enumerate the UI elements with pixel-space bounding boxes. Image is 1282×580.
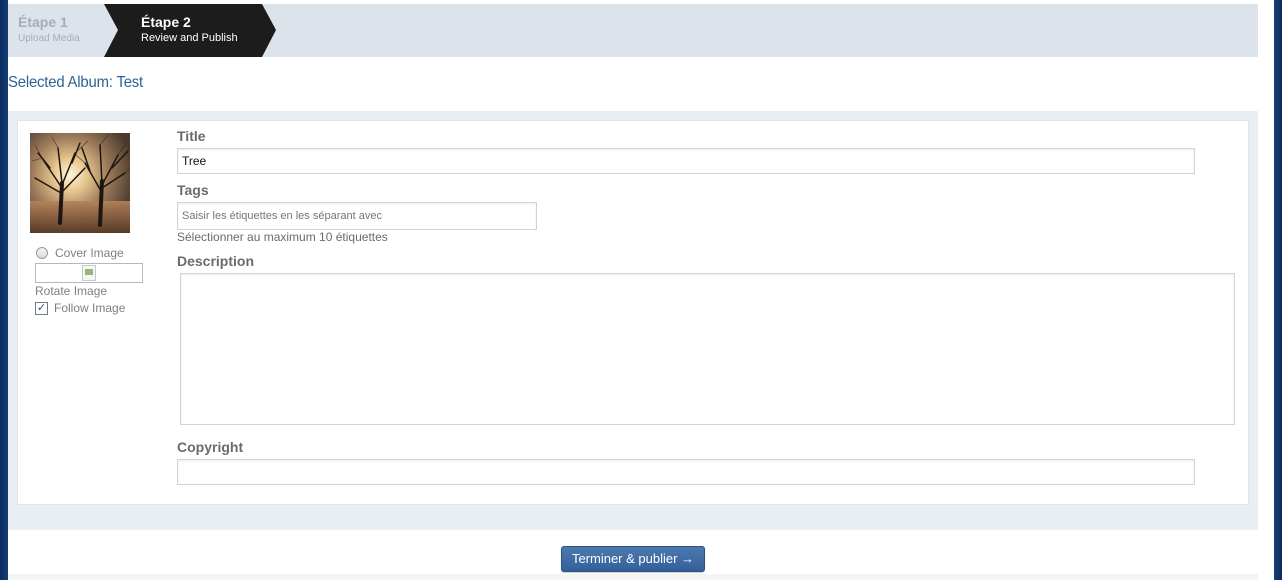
media-thumbnail[interactable] [30,133,130,233]
selected-album-label: Selected Album: [8,74,113,91]
tree-photo-image [30,133,130,233]
selected-album-name: Test [116,74,143,91]
tags-input[interactable] [177,202,537,230]
media-options: Cover Image Rotate Image ✓ Follow Image [35,245,165,316]
tags-label: Tags [177,182,209,198]
follow-image-option[interactable]: ✓ Follow Image [35,300,165,316]
wizard-stepper: Étape 1 Upload Media Étape 2 Review and … [8,4,1258,57]
description-label: Description [177,253,255,269]
broken-image-icon [82,265,96,281]
step-2-active[interactable]: Étape 2 Review and Publish [102,4,276,57]
rotate-image-button[interactable] [35,263,143,283]
copyright-label: Copyright [177,439,244,455]
step-2-subtitle: Review and Publish [141,32,238,44]
media-edit-area: Cover Image Rotate Image ✓ Follow Image … [8,111,1258,529]
finish-publish-button[interactable]: Terminer & publier → [561,546,705,572]
rotate-image-label: Rotate Image [35,284,108,298]
description-textarea[interactable] [180,273,1235,425]
tags-hint: Sélectionner au maximum 10 étiquettes [177,230,388,244]
cover-image-radio[interactable] [36,247,48,259]
copyright-input[interactable] [177,459,1195,485]
step-1-subtitle: Upload Media [18,33,80,44]
media-item-panel: Cover Image Rotate Image ✓ Follow Image … [17,120,1249,505]
step-1[interactable]: Étape 1 Upload Media [18,14,108,44]
bottom-strip [8,574,1258,580]
cover-image-option[interactable]: Cover Image [35,245,165,261]
follow-image-checkbox[interactable]: ✓ [35,301,48,315]
step-1-title: Étape 1 [18,14,68,30]
title-label: Title [177,128,206,144]
cover-image-label: Cover Image [55,246,124,260]
selected-album-heading: Selected Album: Test [8,74,143,92]
follow-image-label: Follow Image [54,301,126,315]
step-2-title: Étape 2 [141,14,191,30]
form-footer: Terminer & publier → [8,529,1258,577]
title-input[interactable] [177,148,1195,174]
step-2-arrow-shape [104,4,276,57]
